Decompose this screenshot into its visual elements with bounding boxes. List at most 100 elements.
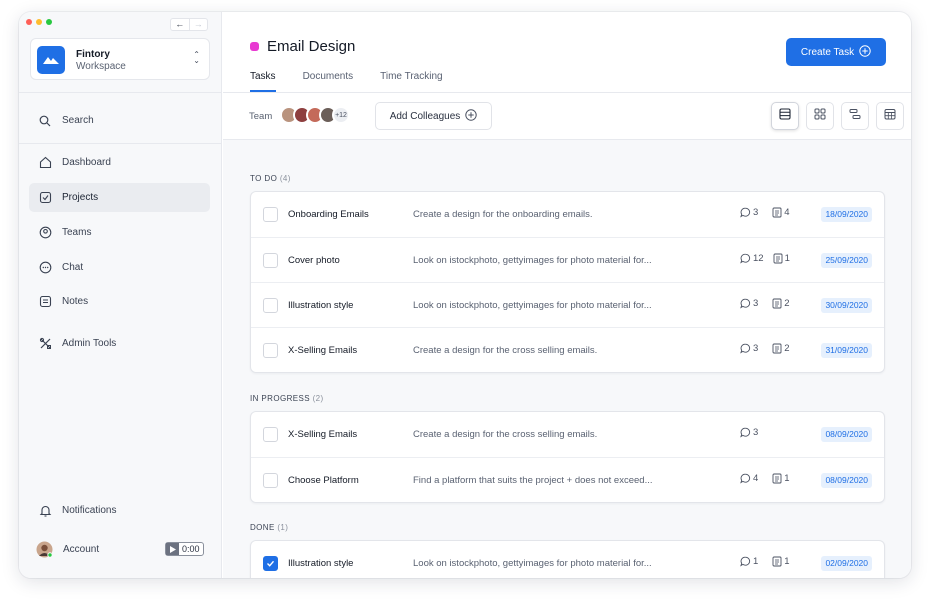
comment-icon	[740, 298, 751, 309]
task-checkbox[interactable]	[263, 427, 278, 442]
file-count-value: 2	[784, 343, 790, 354]
list-view-icon	[779, 107, 791, 125]
workspace-switcher[interactable]: Fintory Workspace ⌃ ⌄	[30, 38, 210, 80]
section-count: (2)	[312, 394, 324, 403]
task-checkbox[interactable]	[263, 207, 278, 222]
task-checkbox[interactable]	[263, 253, 278, 268]
task-name[interactable]: Onboarding Emails	[288, 209, 369, 220]
back-arrow-icon[interactable]: ←	[171, 19, 189, 30]
task-name[interactable]: X-Selling Emails	[288, 429, 357, 440]
sidebar-item-notifications[interactable]: Notifications	[29, 496, 210, 525]
create-task-button[interactable]: Create Task	[786, 38, 886, 66]
comment-count[interactable]: 3	[740, 298, 758, 309]
comment-count-value: 4	[753, 473, 759, 484]
sidebar-item-chat[interactable]: Chat	[29, 253, 210, 282]
task-row[interactable]: Onboarding Emails Create a design for the…	[251, 192, 884, 237]
file-count[interactable]: 2	[772, 298, 790, 309]
comment-count[interactable]: 4	[740, 473, 758, 484]
task-checkbox[interactable]	[263, 556, 278, 571]
section-label-todo: TO DO (4)	[250, 174, 291, 183]
due-date-badge: 08/09/2020	[821, 427, 872, 442]
window-controls	[26, 19, 52, 25]
task-list-done: Illustration style Look on istockphoto, g…	[250, 540, 885, 578]
task-description: Look on istockphoto, gettyimages for pho…	[413, 255, 652, 266]
sidebar-item-label: Chat	[62, 262, 84, 273]
fintory-logo-icon	[37, 46, 65, 74]
team-avatars[interactable]: +12	[280, 106, 350, 124]
sidebar-item-notes[interactable]: Notes	[29, 287, 210, 316]
task-row[interactable]: Illustration style Look on istockphoto, g…	[251, 282, 884, 327]
close-window-button[interactable]	[26, 19, 32, 25]
file-icon	[772, 207, 782, 218]
page-title: Email Design	[267, 38, 356, 55]
file-count[interactable]: 1	[773, 253, 790, 264]
tab-time-tracking[interactable]: Time Tracking	[380, 71, 442, 92]
maximize-window-button[interactable]	[46, 19, 52, 25]
sidebar-item-dashboard[interactable]: Dashboard	[29, 148, 210, 177]
comment-count-value: 3	[753, 427, 759, 438]
minimize-window-button[interactable]	[36, 19, 42, 25]
comment-count[interactable]: 1	[740, 556, 758, 567]
tools-icon	[38, 337, 52, 351]
task-row[interactable]: X-Selling Emails Create a design for the …	[251, 412, 884, 457]
task-row[interactable]: Cover photo Look on istockphoto, gettyima…	[251, 237, 884, 282]
section-title: DONE	[250, 523, 275, 532]
task-meta: 12 1	[740, 253, 790, 264]
sidebar-item-admin-tools[interactable]: Admin Tools	[29, 329, 210, 358]
task-name[interactable]: Illustration style	[288, 300, 353, 311]
comment-count[interactable]: 3	[740, 427, 758, 438]
task-name[interactable]: Cover photo	[288, 255, 340, 266]
task-row[interactable]: Illustration style Look on istockphoto, g…	[251, 541, 884, 578]
task-checkbox[interactable]	[263, 298, 278, 313]
time-tracker[interactable]: 0:00	[165, 542, 204, 556]
forward-arrow-icon[interactable]: →	[188, 19, 208, 30]
sidebar-item-label: Admin Tools	[62, 338, 117, 349]
tab-documents[interactable]: Documents	[303, 71, 354, 92]
file-count[interactable]: 1	[772, 556, 790, 567]
task-checkbox[interactable]	[263, 343, 278, 358]
task-name[interactable]: Illustration style	[288, 558, 353, 569]
tab-tasks[interactable]: Tasks	[250, 71, 276, 92]
more-members-badge[interactable]: +12	[332, 106, 350, 124]
workspace-name: Fintory	[76, 49, 110, 60]
task-name[interactable]: X-Selling Emails	[288, 345, 357, 356]
sidebar-search[interactable]: Search	[29, 106, 210, 135]
check-icon	[266, 559, 275, 568]
calendar-view-button[interactable]	[876, 102, 904, 130]
file-count[interactable]: 2	[772, 343, 790, 354]
sidebar: ← → Fintory Workspace ⌃ ⌄ Search Dashboar…	[19, 12, 222, 578]
list-view-button[interactable]	[771, 102, 799, 130]
comment-count[interactable]: 12	[740, 253, 764, 264]
check-square-icon	[38, 191, 52, 205]
sidebar-item-label: Account	[63, 544, 100, 555]
task-row[interactable]: Choose Platform Find a platform that suit…	[251, 457, 884, 502]
task-checkbox[interactable]	[263, 473, 278, 488]
task-name[interactable]: Choose Platform	[288, 475, 359, 486]
task-row[interactable]: X-Selling Emails Create a design for the …	[251, 327, 884, 372]
section-label-in-progress: IN PROGRESS (2)	[250, 394, 324, 403]
sidebar-item-label: Dashboard	[62, 157, 111, 168]
comment-count[interactable]: 3	[740, 343, 758, 354]
file-count[interactable]: 4	[772, 207, 790, 218]
notes-icon	[38, 295, 52, 309]
grid-view-button[interactable]	[806, 102, 834, 130]
timer-value: 0:00	[182, 544, 200, 554]
file-icon	[773, 253, 783, 264]
comment-count-value: 3	[753, 207, 759, 218]
task-description: Create a design for the cross selling em…	[413, 345, 598, 356]
tab-bar: Tasks Documents Time Tracking	[250, 71, 443, 92]
task-description: Find a platform that suits the project +…	[413, 475, 653, 486]
add-colleagues-button[interactable]: Add Colleagues	[375, 102, 492, 130]
timeline-view-button[interactable]	[841, 102, 869, 130]
task-description: Create a design for the cross selling em…	[413, 429, 598, 440]
file-icon	[772, 343, 782, 354]
sidebar-item-teams[interactable]: Teams	[29, 218, 210, 247]
history-nav: ← →	[170, 18, 208, 31]
plus-circle-icon	[465, 108, 477, 124]
comment-count[interactable]: 3	[740, 207, 758, 218]
sidebar-item-projects[interactable]: Projects	[29, 183, 210, 212]
task-list-in-progress: X-Selling Emails Create a design for the …	[250, 411, 885, 503]
play-icon[interactable]	[166, 543, 179, 555]
file-count[interactable]: 1	[772, 473, 790, 484]
timeline-view-icon	[849, 107, 861, 125]
